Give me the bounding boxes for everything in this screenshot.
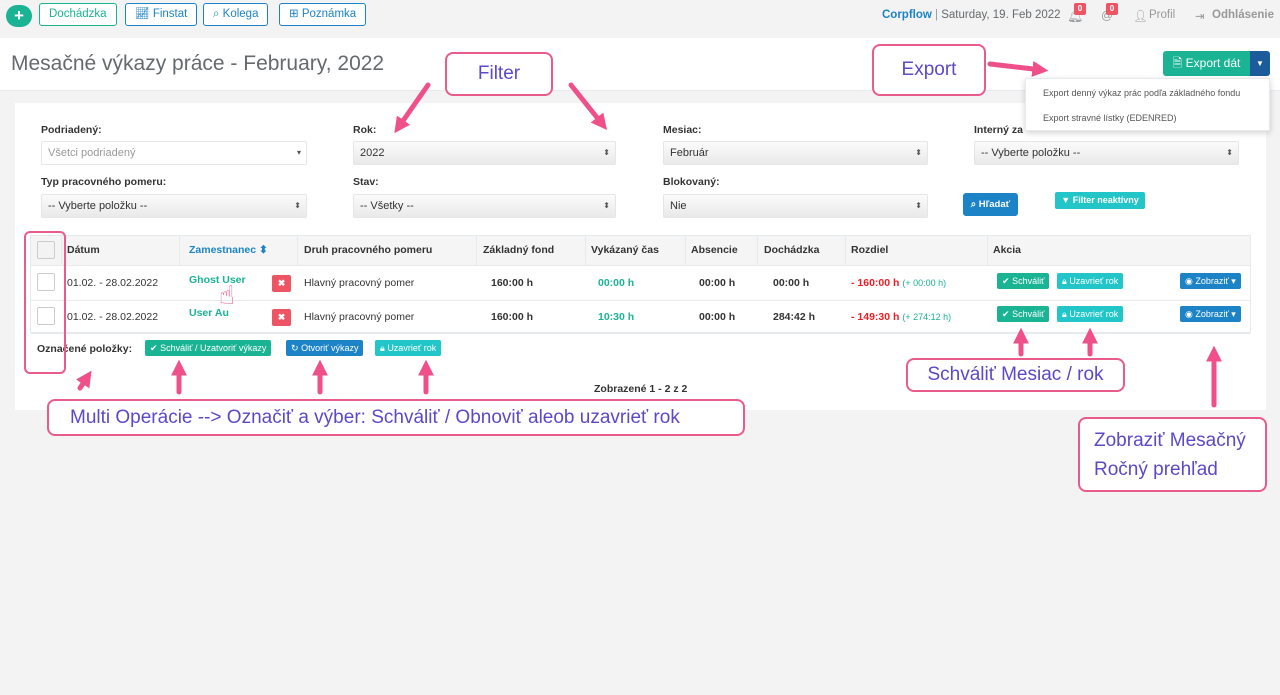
export-menu-item-daily[interactable]: Export denný výkaz prác podľa základného… [1043, 88, 1240, 98]
arrow-filter-left [394, 82, 431, 134]
export-dropdown-menu: Export denný výkaz prác podľa základného… [1025, 78, 1270, 131]
arrow-filter-right [568, 82, 607, 130]
export-menu-item-edenred[interactable]: Export stravné lístky (EDENRED) [1043, 113, 1177, 123]
arrow-checkbox [76, 370, 92, 391]
arrow-export [987, 60, 1049, 77]
